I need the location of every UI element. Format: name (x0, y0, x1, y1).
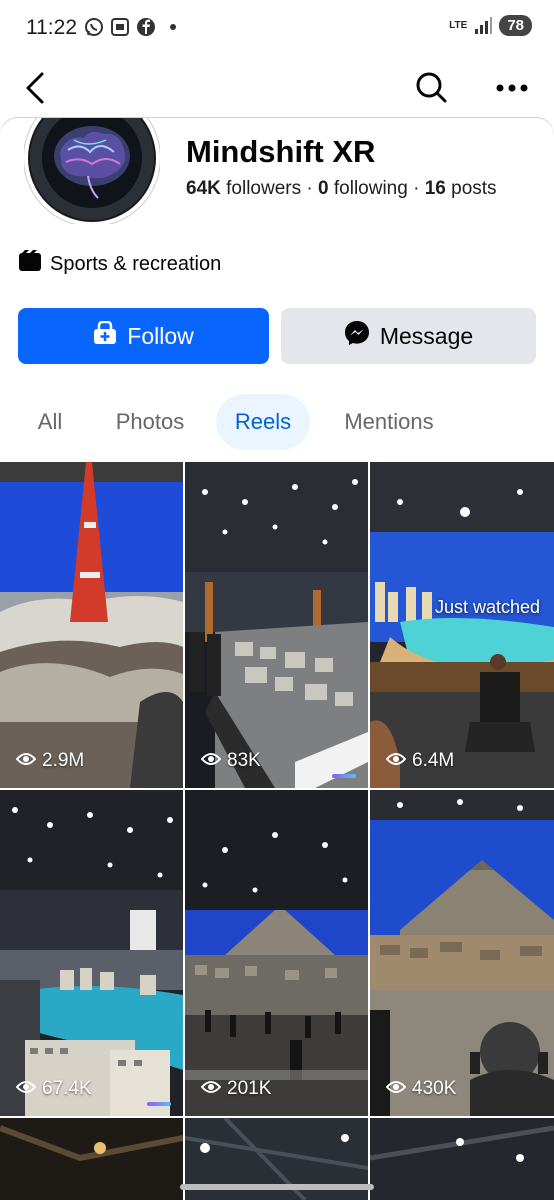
view-count: 430K (385, 1078, 457, 1100)
profile-stats: 64K followers · 0 following · 16 posts (186, 178, 497, 200)
signal-icon (473, 16, 493, 36)
message-button[interactable]: Message (281, 308, 536, 364)
view-count-value: 83K (227, 750, 261, 771)
reel-thumbnail[interactable]: 430K (370, 790, 554, 1116)
reel-image (370, 462, 554, 788)
tab-label: All (37, 409, 63, 434)
view-count-value: 430K (412, 1078, 457, 1099)
tab-all[interactable]: All (18, 394, 82, 450)
home-indicator[interactable] (180, 1184, 374, 1190)
followers-label[interactable]: followers (226, 178, 301, 199)
status-bar: 11:22 LTE 78 (0, 0, 554, 56)
reel-image (185, 462, 368, 788)
following-label[interactable]: following (334, 178, 408, 199)
search-icon[interactable] (414, 70, 448, 104)
posts-label: posts (451, 178, 497, 199)
message-label: Message (379, 322, 474, 349)
tab-label: Mentions (344, 409, 434, 434)
reel-thumbnail[interactable] (370, 1118, 554, 1200)
eye-icon (385, 750, 407, 772)
category-icon (18, 250, 42, 278)
top-nav (0, 56, 554, 120)
following-count[interactable]: 0 (318, 178, 329, 199)
view-count-value: 6.4M (412, 750, 455, 771)
follow-icon (93, 320, 117, 351)
notification-icons (84, 17, 176, 37)
battery-indicator: 78 (499, 15, 532, 36)
follow-label: Follow (127, 322, 194, 349)
facebook-notification-icon (136, 17, 156, 37)
view-count: 6.4M (385, 750, 455, 772)
reels-grid: 2.9M 83K Just watched 6.4M 67.4K 201K 43… (0, 462, 554, 1200)
follow-button[interactable]: Follow (18, 308, 269, 364)
reel-progress-indicator (147, 1102, 171, 1106)
stats-separator: · (413, 178, 420, 199)
reel-thumbnail[interactable]: 67.4K (0, 790, 183, 1116)
tab-label: Reels (234, 409, 292, 434)
view-count: 201K (200, 1078, 272, 1100)
tab-label: Photos (115, 409, 185, 434)
followers-count[interactable]: 64K (186, 178, 221, 199)
view-count-value: 201K (227, 1078, 272, 1099)
eye-icon (15, 750, 37, 772)
view-count: 2.9M (15, 750, 85, 772)
reel-thumbnail[interactable]: 83K (185, 462, 368, 788)
posts-count: 16 (424, 178, 446, 199)
eye-icon (200, 750, 222, 772)
reel-image (0, 790, 183, 1116)
messenger-icon (344, 320, 370, 352)
tab-photos[interactable]: Photos (100, 394, 200, 450)
status-right: LTE 78 (449, 15, 532, 36)
reel-image (370, 1118, 554, 1200)
view-count: 83K (200, 750, 261, 772)
whatsapp-icon (84, 17, 104, 37)
just-watched-badge: Just watched (434, 597, 540, 617)
view-count: 67.4K (15, 1078, 92, 1100)
reel-progress-indicator (332, 774, 356, 778)
status-time: 11:22 (26, 16, 77, 39)
reel-image (0, 1118, 183, 1200)
more-notifications-dot (170, 24, 176, 30)
eye-icon (200, 1078, 222, 1100)
more-icon[interactable] (494, 76, 530, 100)
reel-thumbnail[interactable] (0, 1118, 183, 1200)
avatar[interactable] (24, 118, 160, 224)
view-count-value: 2.9M (42, 750, 85, 771)
screenshot-icon (110, 17, 130, 37)
category-label: Sports & recreation (50, 252, 222, 275)
page-name: Mindshift XR (186, 134, 376, 169)
reel-thumbnail[interactable]: 2.9M (0, 462, 183, 788)
tab-reels[interactable]: Reels (216, 394, 310, 450)
stats-separator: · (306, 178, 313, 199)
reel-image (0, 462, 183, 788)
eye-icon (385, 1078, 407, 1100)
profile-tabs: All Photos Reels Mentions (0, 394, 554, 452)
view-count-value: 67.4K (42, 1078, 92, 1099)
back-arrow-icon[interactable] (22, 70, 52, 106)
reel-thumbnail[interactable]: 201K (185, 790, 368, 1116)
reel-image (185, 790, 368, 1116)
tab-mentions[interactable]: Mentions (328, 394, 450, 450)
reel-image (370, 790, 554, 1116)
category-row: Sports & recreation (18, 250, 221, 278)
network-label: LTE (449, 19, 468, 31)
eye-icon (15, 1078, 37, 1100)
avatar-image (24, 118, 160, 224)
reel-thumbnail[interactable]: Just watched 6.4M (370, 462, 554, 788)
